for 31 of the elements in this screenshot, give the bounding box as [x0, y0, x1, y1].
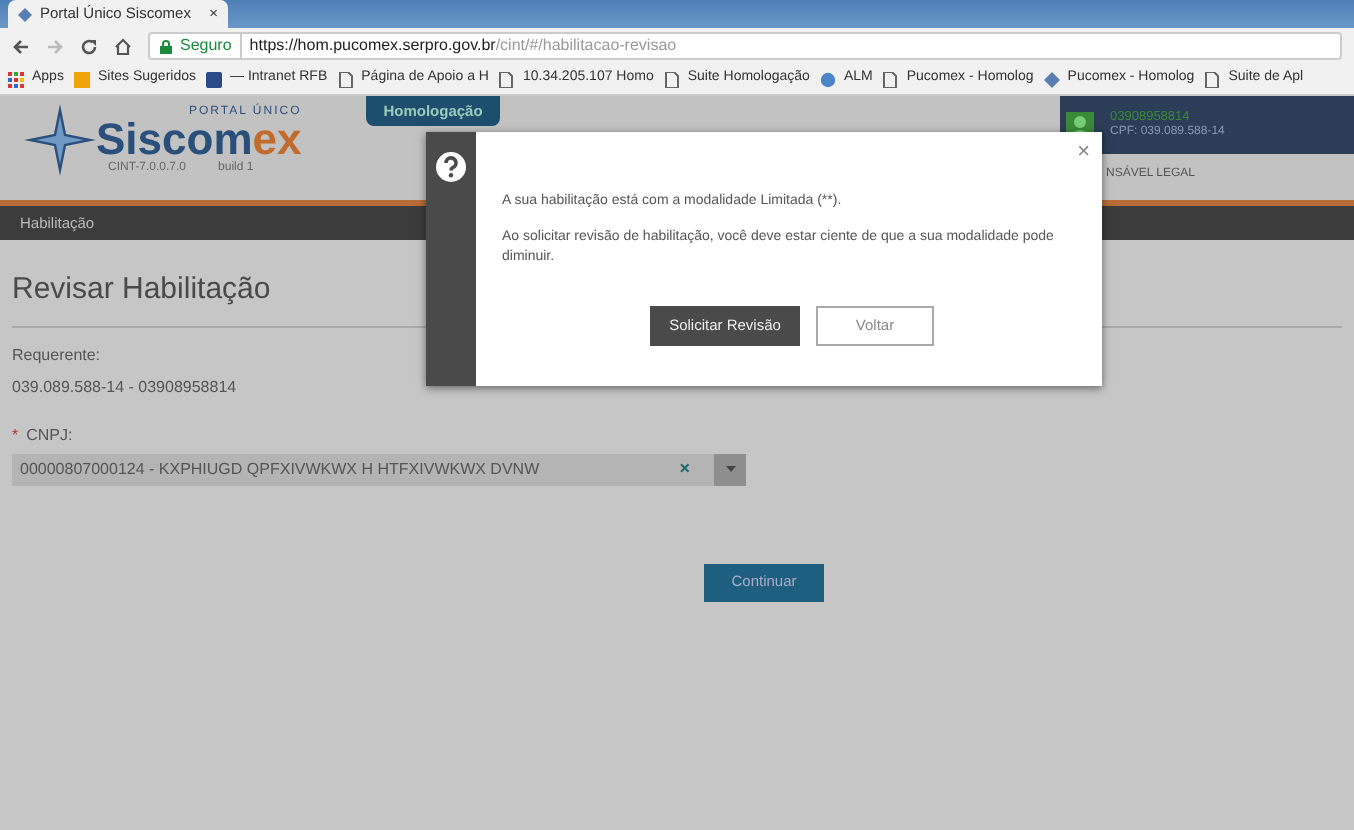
cnpj-label: CNPJ: — [26, 423, 73, 447]
reload-icon[interactable] — [80, 37, 98, 55]
page-icon — [337, 71, 354, 87]
help-icon — [436, 152, 466, 182]
caret-icon — [725, 466, 735, 472]
square-icon — [206, 71, 222, 87]
requester-value: 039.089.588-14 - 03908958814 — [12, 375, 239, 399]
dropdown-toggle-button[interactable] — [714, 453, 746, 485]
site-icon — [18, 7, 32, 21]
square-icon — [73, 71, 90, 87]
globe-icon — [819, 71, 836, 87]
diamond-icon — [1043, 71, 1060, 87]
requester-label: Requerente: — [12, 343, 103, 367]
close-button[interactable]: × — [1077, 136, 1090, 169]
page-icon — [663, 71, 680, 87]
page-title: Revisar Habilitação — [12, 270, 273, 310]
select-value: 00000807000124 - KXPHIUGD QPFXIVWKWX H HTFXIVWKWX DVNW — [18, 457, 542, 481]
cnpj-select[interactable]: 00000807000124 - KXPHIUGD QPFXIVWKWX H HTFXIVWKWX DVNW × — [12, 453, 746, 485]
page-icon — [498, 71, 515, 87]
required-mark: * — [12, 423, 19, 447]
page-icon — [1204, 71, 1221, 87]
logo-title: Siscomex — [96, 118, 302, 162]
lock-icon — [160, 39, 172, 53]
page-icon — [882, 71, 899, 87]
back-icon[interactable] — [12, 37, 30, 55]
home-icon[interactable] — [114, 37, 132, 55]
secure-label: Seguro — [180, 34, 232, 58]
compass-star-icon — [24, 104, 96, 176]
address-bar[interactable]: Seguro https://hom.pucomex.serpro.gov.br/cint/#/habilitacao-revisao — [148, 32, 1342, 60]
url-text: https://hom.pucomex.serpro.gov.br/cint/#/habilitacao-revisao — [239, 34, 677, 58]
apps-grid-icon — [8, 71, 24, 87]
